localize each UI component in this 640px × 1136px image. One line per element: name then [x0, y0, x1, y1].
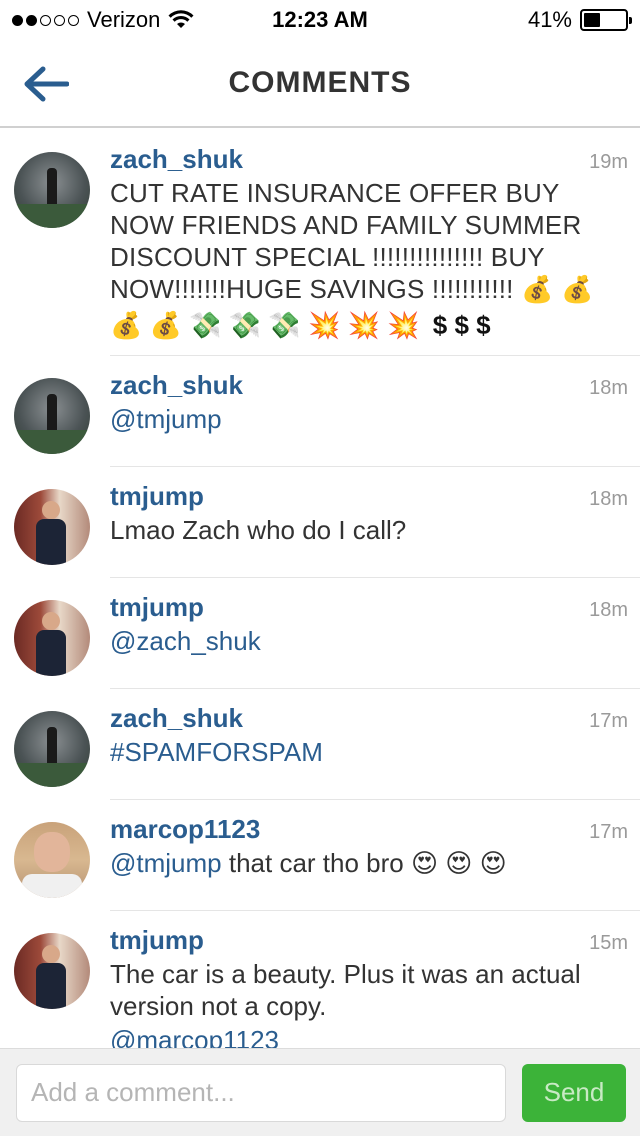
battery-icon [580, 9, 632, 31]
comment-body: zach_shuk 19m CUT RATE INSURANCE OFFER B… [110, 142, 628, 343]
comment-body: tmjump 15m The car is a beauty. Plus it … [110, 923, 628, 1048]
wifi-icon [168, 10, 194, 28]
comment-item: tmjump 18m @zach_shuk [14, 577, 640, 688]
comment-item: tmjump 18m Lmao Zach who do I call? [14, 466, 640, 577]
hashtag-link[interactable]: #SPAMFORSPAM [110, 736, 628, 768]
mention-link[interactable]: @zach_shuk [110, 625, 628, 657]
comment-item: zach_shuk 19m CUT RATE INSURANCE OFFER B… [0, 130, 640, 355]
signal-dot [54, 14, 65, 26]
avatar[interactable] [14, 933, 90, 1009]
comment-text: The car is a beauty. Plus it was an actu… [110, 959, 581, 1021]
comment-item: zach_shuk 17m #SPAMFORSPAM [14, 688, 640, 799]
avatar[interactable] [14, 378, 90, 454]
mention-link[interactable]: @marcop1123 [110, 1024, 628, 1048]
comment-item: tmjump 15m The car is a beauty. Plus it … [14, 910, 640, 1048]
status-bar: Verizon 12:23 AM 41% [0, 0, 640, 40]
signal-dot [26, 14, 37, 26]
comment-item: marcop1123 17m @tmjump that car tho bro … [14, 799, 640, 910]
timestamp: 17m [589, 710, 628, 732]
comment-body: tmjump 18m Lmao Zach who do I call? [110, 479, 628, 565]
comment-text: Lmao Zach who do I call? [110, 515, 407, 545]
page-title: COMMENTS [228, 66, 412, 99]
battery-fill [584, 13, 601, 27]
comment-body: zach_shuk 17m #SPAMFORSPAM [110, 701, 628, 787]
avatar[interactable] [14, 711, 90, 787]
back-arrow-icon [24, 66, 69, 102]
username-link[interactable]: tmjump [110, 925, 204, 956]
username-link[interactable]: marcop1123 [110, 814, 260, 845]
timestamp: 18m [589, 377, 628, 399]
mention-link[interactable]: @tmjump [110, 403, 628, 435]
status-right: 41% [527, 7, 632, 33]
timestamp: 17m [589, 821, 628, 843]
carrier-name: Verizon [87, 7, 161, 32]
avatar[interactable] [14, 822, 90, 898]
comment-text: @tmjump that car tho bro 😍 😍 😍 [110, 847, 628, 879]
dollar-signs: $ $ $ [432, 310, 491, 340]
signal-dot [12, 14, 23, 26]
avatar[interactable] [14, 600, 90, 676]
comment-input[interactable] [16, 1063, 506, 1122]
username-link[interactable]: tmjump [110, 592, 204, 623]
comment-list[interactable]: zach_shuk 19m CUT RATE INSURANCE OFFER B… [0, 130, 640, 1048]
avatar[interactable] [14, 489, 90, 565]
comment-body: tmjump 18m @zach_shuk [110, 590, 628, 676]
signal-dot [40, 14, 51, 26]
comment-body: marcop1123 17m @tmjump that car tho bro … [110, 812, 628, 898]
emoji-text: 💰 💰 💸 💸 💸 💥 💥 💥 [110, 310, 420, 340]
username-link[interactable]: zach_shuk [110, 370, 243, 401]
timestamp: 18m [589, 488, 628, 510]
timestamp: 15m [589, 932, 628, 954]
timestamp: 19m [589, 151, 628, 173]
comment-composer: Send [0, 1048, 640, 1136]
back-button[interactable] [20, 60, 72, 108]
comment-text-rest: that car tho bro 😍 😍 😍 [221, 848, 507, 878]
emoji-row: 💰 💰 💸 💸 💸 💥 💥 💥 $ $ $ [110, 307, 628, 343]
avatar[interactable] [14, 152, 90, 228]
signal-dot [68, 14, 79, 26]
comment-item: zach_shuk 18m @tmjump [14, 355, 640, 466]
username-link[interactable]: zach_shuk [110, 144, 243, 175]
status-left: Verizon [12, 7, 194, 33]
send-button[interactable]: Send [522, 1063, 626, 1122]
comment-body: zach_shuk 18m @tmjump [110, 368, 628, 454]
battery-percent: 41% [527, 7, 572, 32]
comment-text: CUT RATE INSURANCE OFFER BUY NOW FRIENDS… [110, 178, 594, 304]
nav-bar: COMMENTS [0, 40, 640, 128]
username-link[interactable]: zach_shuk [110, 703, 243, 734]
timestamp: 18m [589, 599, 628, 621]
username-link[interactable]: tmjump [110, 481, 204, 512]
mention-link[interactable]: @tmjump [110, 848, 222, 878]
signal-icon [12, 14, 79, 26]
